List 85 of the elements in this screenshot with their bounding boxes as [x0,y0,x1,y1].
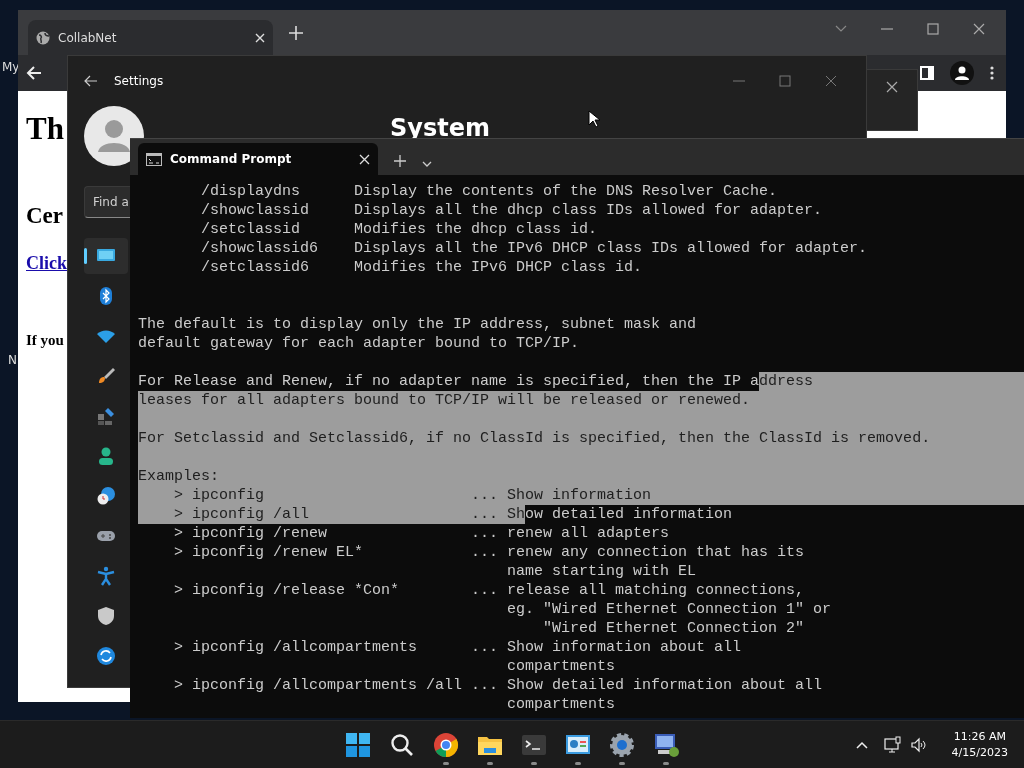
page-text: If you [26,330,64,350]
chevron-down-icon [422,161,432,167]
page-link[interactable]: Click [26,249,67,277]
close-icon [973,23,985,35]
system-tray-button[interactable] [883,735,928,754]
terminal-text: leases for all adapters bound to TCP/IP will be released or renewed. [138,391,1024,410]
terminal-text: /showclassid6 Displays all the IPv6 DHCP class IDs allowed for adapter. [200,239,868,258]
gear-icon [608,730,636,759]
start-icon [344,730,372,759]
sidebar-button[interactable] [920,66,934,80]
accessibility-icon [96,566,116,586]
terminal-text: > ipconfig /all ... Sh [138,505,526,524]
terminal-text: ddress [759,372,1024,391]
cursor-icon [588,110,600,128]
terminal-text: /setclassid6 Modifies the IPv6 DHCP class id. [200,258,643,277]
chevron-up-icon [855,740,868,749]
maximize-icon [779,75,791,87]
terminal-text: /setclassid Modifies the dhcp class id. [200,220,598,239]
network-icon [883,735,902,754]
clock-date: 4/15/2023 [951,744,1008,761]
terminal-text: ow detailed information [525,505,733,524]
terminal-text: > ipconfig /renew EL* ... renew any connection that has its [173,543,805,562]
page-heading: Th [26,111,64,147]
icon-label: My [2,59,20,76]
terminal-text: eg. "Wired Ethernet Connection 1" or [506,600,832,619]
close-icon [359,153,370,165]
terminal-text: > ipconfig /renew ... renew all adapters [173,524,670,543]
terminal-text: The default is to display only the IP address, subnet mask and [138,315,697,334]
back-button[interactable] [84,75,98,87]
person-icon [96,446,116,466]
sidebar-icon [920,66,934,80]
terminal-text: Examples: [138,467,1024,486]
globe-icon [36,30,50,45]
new-tab-button[interactable] [394,155,406,167]
update-icon [96,646,116,666]
close-icon [886,81,898,93]
sidebar-item[interactable] [84,238,128,274]
console-icon [146,152,162,166]
terminal-text: > ipconfig /allcompartments /all ... Show detailed information about all [173,676,823,695]
terminal-text: For Setclassid and Setclassid6, if no ClassId is specified, then the ClassId is removed. [138,429,1024,448]
maximize-icon [927,23,939,35]
tab-title: CollabNet [58,29,118,47]
close-button[interactable] [886,81,898,93]
apps-icon [96,406,116,426]
terminal-text: compartments [506,657,616,676]
search-field[interactable]: Find a [84,186,130,218]
terminal-text: For Release and Renew, if no adapter name is specified, then the IP a [138,372,760,391]
tray-overflow-button[interactable] [855,740,868,749]
more-icon [990,66,994,80]
close-icon [255,32,265,43]
terminal-text: default gateway for each adapter bound to TCP/IP. [138,334,580,353]
terminal-text: /displaydns Display the contents of the DNS Resolver Cache. [200,182,778,201]
browser-tab[interactable]: CollabNet [28,20,273,55]
back-icon [84,75,98,87]
new-tab-button[interactable] [289,26,303,40]
clock-button[interactable]: 11:26 AM 4/15/2023 [951,728,1008,761]
terminal-text: /showclassid Displays all the dhcp class IDs allowed for adapter. [200,201,823,220]
close-tab-button[interactable] [255,32,265,43]
back-icon [26,65,42,81]
page-subheading: Cer [26,202,64,230]
terminal-text: compartments [506,695,616,714]
terminal-text: "Wired Ethernet Connection 2" [542,619,805,638]
terminal-text: > ipconfig /release *Con* ... release all matching connections, [173,581,805,600]
icon-label: N [8,352,17,369]
terminal-text: > ipconfig ... Show information [138,486,1024,505]
page-heading: System [390,114,490,142]
terminal-text: name starting with EL [506,562,697,581]
globe-clock-icon [96,486,116,506]
plus-icon [394,155,406,167]
tab-title: Command Prompt [170,151,293,168]
browser-icon [432,730,460,759]
clock-time: 11:26 AM [953,728,1006,745]
close-tab-button[interactable] [359,153,370,165]
profile-button[interactable] [950,61,974,85]
close-icon [825,75,837,87]
window-title: Settings [114,73,164,90]
brush-icon [96,366,116,386]
volume-icon [909,735,928,754]
terminal-text: > ipconfig /allcompartments ... Show information about all [173,638,742,657]
shield-icon [96,606,116,626]
terminal-tab[interactable]: Command Prompt [138,143,378,175]
plus-icon [289,26,303,40]
menu-button[interactable] [990,66,994,80]
person-icon [955,66,969,80]
dropdown-button[interactable] [422,161,432,167]
